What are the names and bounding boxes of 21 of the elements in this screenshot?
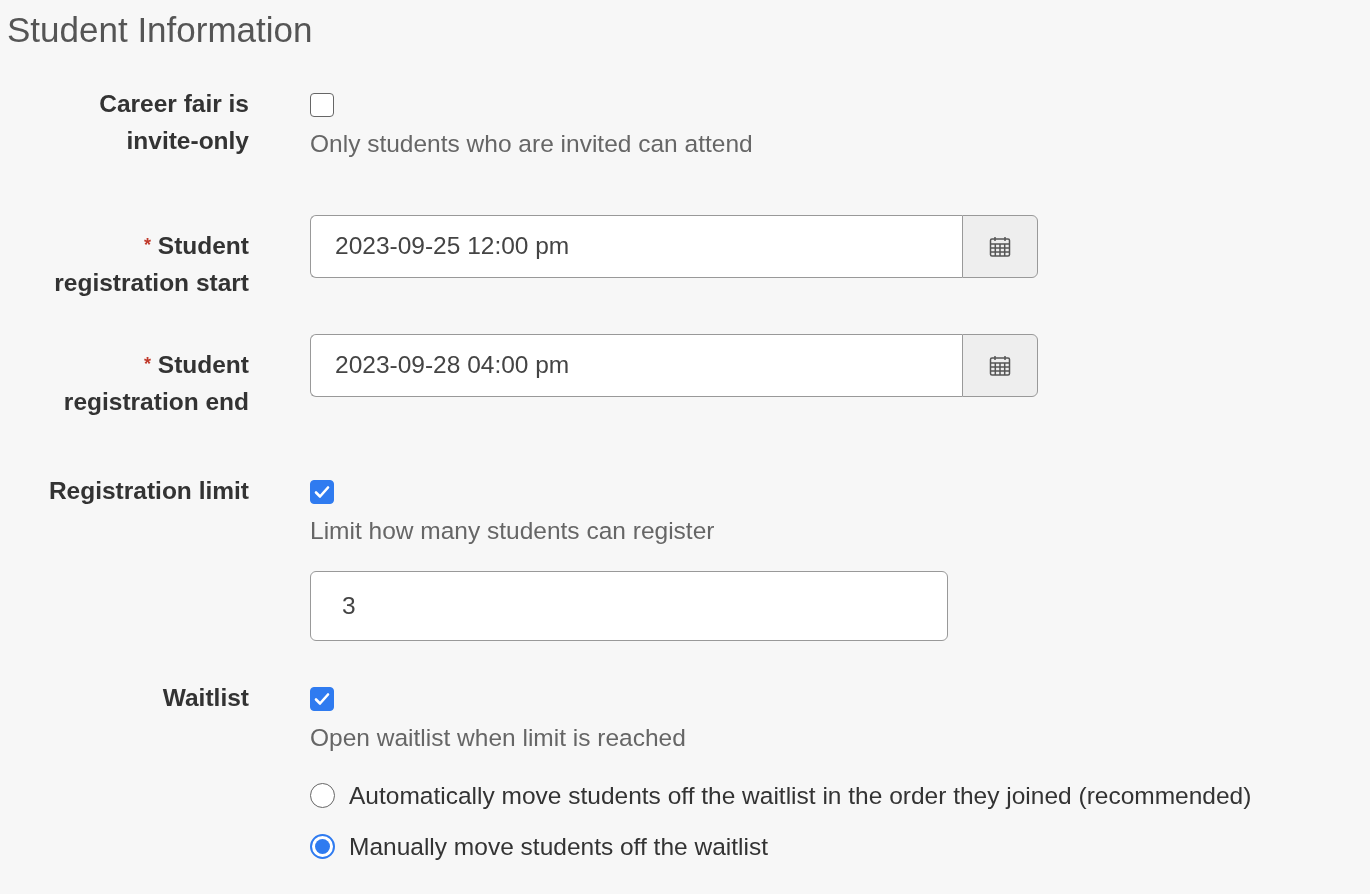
date-time-field[interactable]: 2023-09-28 04:00 pm <box>310 334 962 397</box>
radio-button[interactable] <box>310 834 335 859</box>
calendar-icon <box>988 234 1012 259</box>
help-text: Open waitlist when limit is reached <box>310 723 687 753</box>
input-field[interactable]: 3 <box>310 571 948 641</box>
help-text: Only students who are invited can attend <box>310 129 754 159</box>
field-label: Waitlist <box>161 683 249 713</box>
checkbox[interactable] <box>310 93 334 117</box>
calendar-button[interactable] <box>962 334 1038 397</box>
radio-label[interactable]: Manually move students off the waitlist <box>349 832 768 861</box>
help-text: Limit how many students can register <box>310 516 716 546</box>
calendar-icon <box>988 353 1012 378</box>
radio-button[interactable] <box>310 783 335 808</box>
radio-label[interactable]: Automatically move students off the waitlist in the order they joined (recommended) <box>349 781 1252 810</box>
checkbox[interactable] <box>310 480 334 504</box>
calendar-button[interactable] <box>962 215 1038 278</box>
field-label: Registration limit <box>47 476 249 506</box>
section-title: Student Information <box>6 10 314 50</box>
checkbox[interactable] <box>310 687 334 711</box>
date-time-field[interactable]: 2023-09-25 12:00 pm <box>310 215 962 278</box>
field-label: Career fair is invite-only <box>98 89 249 156</box>
